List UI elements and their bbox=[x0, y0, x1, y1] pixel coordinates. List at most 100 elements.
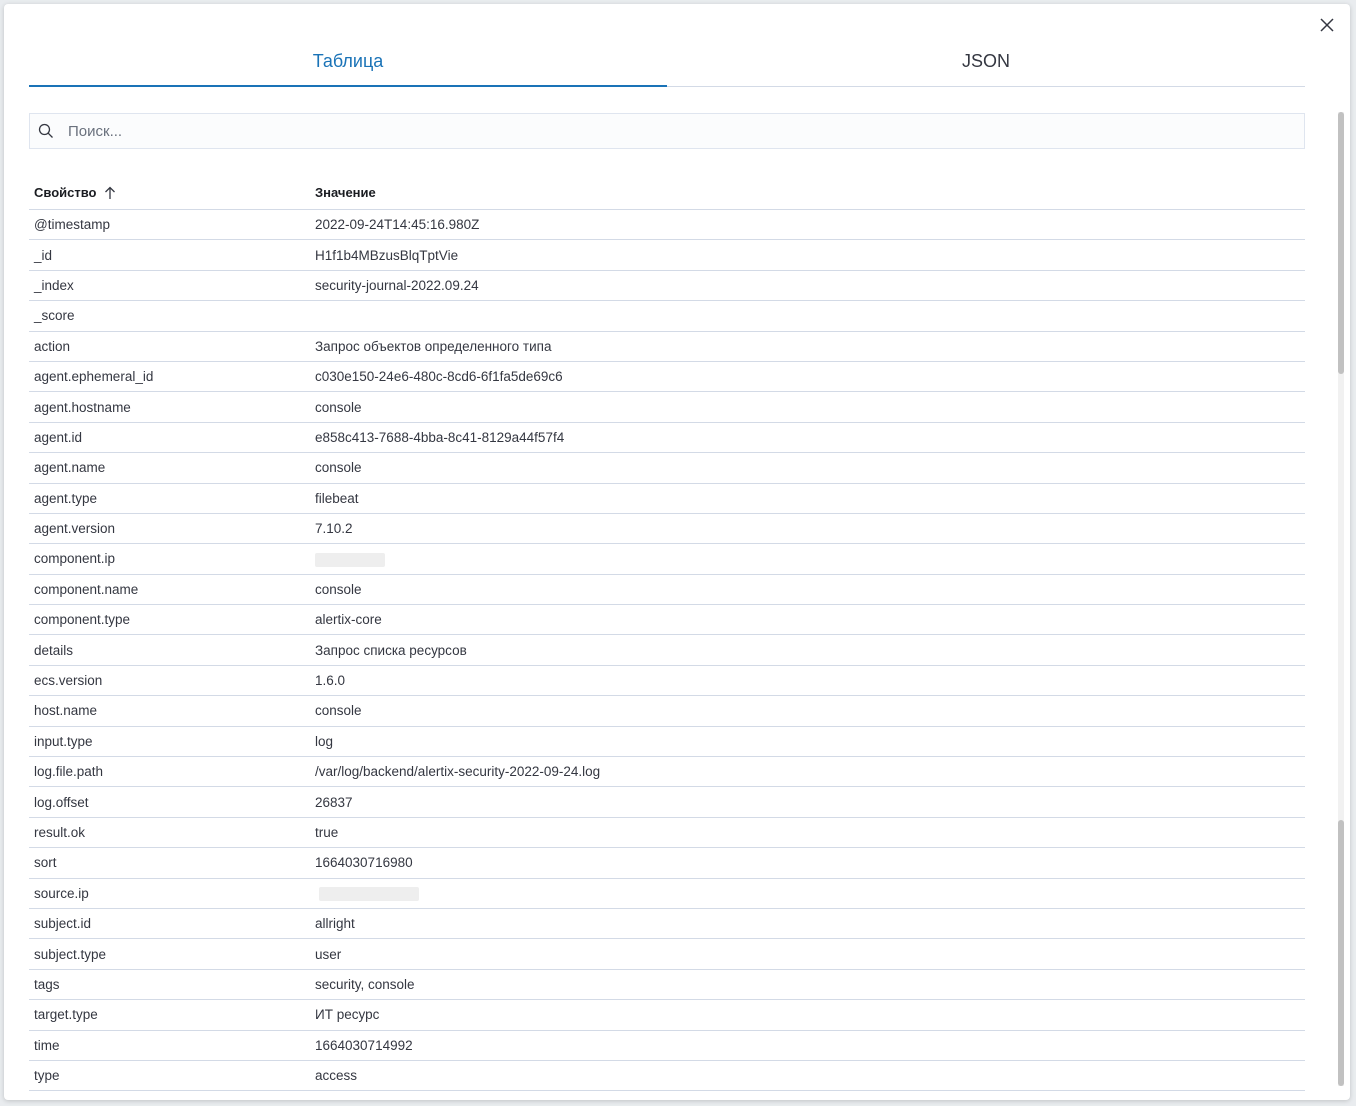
table-row: sort 1664030716980 bbox=[29, 847, 1305, 879]
value-cell: allright bbox=[310, 908, 1305, 940]
table-row: _score bbox=[29, 300, 1305, 332]
property-cell: subject.id bbox=[29, 908, 310, 940]
value-cell: console bbox=[310, 695, 1305, 727]
table-row: _index security-journal-2022.09.24 bbox=[29, 270, 1305, 302]
value-cell bbox=[310, 300, 1305, 332]
value-cell: access bbox=[310, 1060, 1305, 1092]
column-header-property[interactable]: Свойство bbox=[29, 176, 310, 210]
property-cell: subject.type bbox=[29, 938, 310, 970]
property-cell: result.ok bbox=[29, 817, 310, 849]
table-row: input.type log bbox=[29, 726, 1305, 758]
property-cell: @timestamp bbox=[29, 209, 310, 241]
table-row: log.offset 26837 bbox=[29, 786, 1305, 818]
column-header-property-label: Свойство bbox=[34, 184, 97, 200]
value-cell bbox=[310, 878, 1305, 909]
value-cell: 1664030714992 bbox=[310, 1030, 1305, 1061]
value-cell: 7.10.2 bbox=[310, 513, 1305, 545]
value-cell: Запрос списка ресурсов bbox=[310, 634, 1305, 666]
table-row: result.ok true bbox=[29, 817, 1305, 849]
value-cell: c030e150-24e6-480c-8cd6-6f1fa5de69c6 bbox=[310, 361, 1305, 393]
value-cell: 1.6.0 bbox=[310, 665, 1305, 697]
property-cell: tags bbox=[29, 969, 310, 1001]
table-row: agent.ephemeral_id c030e150-24e6-480c-8cd… bbox=[29, 361, 1305, 393]
table-row: agent.hostname console bbox=[29, 391, 1305, 423]
scrollbar[interactable] bbox=[1338, 112, 1344, 1086]
table-body: @timestamp 2022-09-24T14:45:16.980Z _id H1f… bbox=[29, 209, 1305, 1092]
arrow-up-icon bbox=[105, 186, 116, 200]
value-cell: alertix-core bbox=[310, 604, 1305, 636]
table-row: type access bbox=[29, 1060, 1305, 1092]
table-row: agent.type filebeat bbox=[29, 483, 1305, 514]
table-row: component.name console bbox=[29, 574, 1305, 606]
table-row: ecs.version 1.6.0 bbox=[29, 665, 1305, 697]
search-bar bbox=[29, 113, 1305, 149]
property-cell: agent.version bbox=[29, 513, 310, 545]
table-row: component.type alertix-core bbox=[29, 604, 1305, 636]
table-row: @timestamp 2022-09-24T14:45:16.980Z bbox=[29, 209, 1305, 241]
value-cell: e858c413-7688-4bba-8c41-8129a44f57f4 bbox=[310, 422, 1305, 454]
value-cell: console bbox=[310, 574, 1305, 606]
document-details-modal: Таблица JSON Свойство Значение bbox=[4, 4, 1350, 1100]
value-cell bbox=[310, 543, 1305, 575]
value-cell: /var/log/backend/alertix-security-2022-0… bbox=[310, 756, 1305, 788]
value-cell: security-journal-2022.09.24 bbox=[310, 270, 1305, 302]
table-row: tags security, console bbox=[29, 969, 1305, 1001]
table-row: subject.type user bbox=[29, 938, 1305, 970]
value-cell: security, console bbox=[310, 969, 1305, 1001]
table-row: host.name console bbox=[29, 695, 1305, 727]
properties-table: Свойство Значение @timestamp 2022-09-24T1… bbox=[29, 176, 1305, 1092]
value-cell: 1664030716980 bbox=[310, 847, 1305, 879]
search-input[interactable] bbox=[66, 121, 1304, 141]
value-cell: 26837 bbox=[310, 786, 1305, 818]
scrollbar-thumb-bottom[interactable] bbox=[1338, 820, 1344, 1086]
property-cell: type bbox=[29, 1060, 310, 1092]
value-cell: ИТ ресурс bbox=[310, 999, 1305, 1031]
property-cell: source.ip bbox=[29, 878, 310, 909]
table-row: details Запрос списка ресурсов bbox=[29, 634, 1305, 666]
tab-json[interactable]: JSON bbox=[667, 36, 1305, 86]
table-row: subject.id allright bbox=[29, 908, 1305, 940]
table-row: component.ip bbox=[29, 543, 1305, 575]
property-cell: component.name bbox=[29, 574, 310, 606]
property-cell: target.type bbox=[29, 999, 310, 1031]
column-header-value: Значение bbox=[310, 176, 1305, 210]
property-cell: input.type bbox=[29, 726, 310, 758]
scrollbar-thumb-top[interactable] bbox=[1338, 112, 1344, 374]
property-cell: component.type bbox=[29, 604, 310, 636]
redacted-value bbox=[319, 887, 419, 901]
table-row: log.file.path/var/log/backend/alertix-se… bbox=[29, 756, 1305, 788]
property-cell: log.file.path bbox=[29, 756, 310, 788]
property-cell: agent.ephemeral_id bbox=[29, 361, 310, 393]
property-cell: agent.type bbox=[29, 483, 310, 514]
property-cell: agent.name bbox=[29, 452, 310, 484]
property-cell: action bbox=[29, 331, 310, 362]
property-cell: _score bbox=[29, 300, 310, 332]
table-row: action Запрос объектов определенного типа bbox=[29, 331, 1305, 362]
value-cell: log bbox=[310, 726, 1305, 758]
value-cell: true bbox=[310, 817, 1305, 849]
value-cell: user bbox=[310, 938, 1305, 970]
property-cell: host.name bbox=[29, 695, 310, 727]
tab-bar: Таблица JSON bbox=[29, 36, 1305, 87]
property-cell: ecs.version bbox=[29, 665, 310, 697]
table-row: time 1664030714992 bbox=[29, 1030, 1305, 1061]
property-cell: component.ip bbox=[29, 543, 310, 575]
property-cell: _id bbox=[29, 239, 310, 271]
property-cell: time bbox=[29, 1030, 310, 1061]
table-row: _id H1f1b4MBzusBlqTptVie bbox=[29, 239, 1305, 271]
close-button[interactable] bbox=[1316, 14, 1338, 36]
property-cell: agent.hostname bbox=[29, 391, 310, 423]
property-cell: sort bbox=[29, 847, 310, 879]
value-cell: Запрос объектов определенного типа bbox=[310, 331, 1305, 362]
table-row: agent.name console bbox=[29, 452, 1305, 484]
property-cell: agent.id bbox=[29, 422, 310, 454]
table-row: agent.version 7.10.2 bbox=[29, 513, 1305, 545]
close-icon bbox=[1320, 18, 1334, 32]
table-row: source.ip bbox=[29, 878, 1305, 909]
value-cell: H1f1b4MBzusBlqTptVie bbox=[310, 239, 1305, 271]
tab-table[interactable]: Таблица bbox=[29, 36, 667, 87]
property-cell: _index bbox=[29, 270, 310, 302]
value-cell: filebeat bbox=[310, 483, 1305, 514]
property-cell: log.offset bbox=[29, 786, 310, 818]
table-row: agent.id e858c413-7688-4bba-8c41-8129a44f… bbox=[29, 422, 1305, 454]
